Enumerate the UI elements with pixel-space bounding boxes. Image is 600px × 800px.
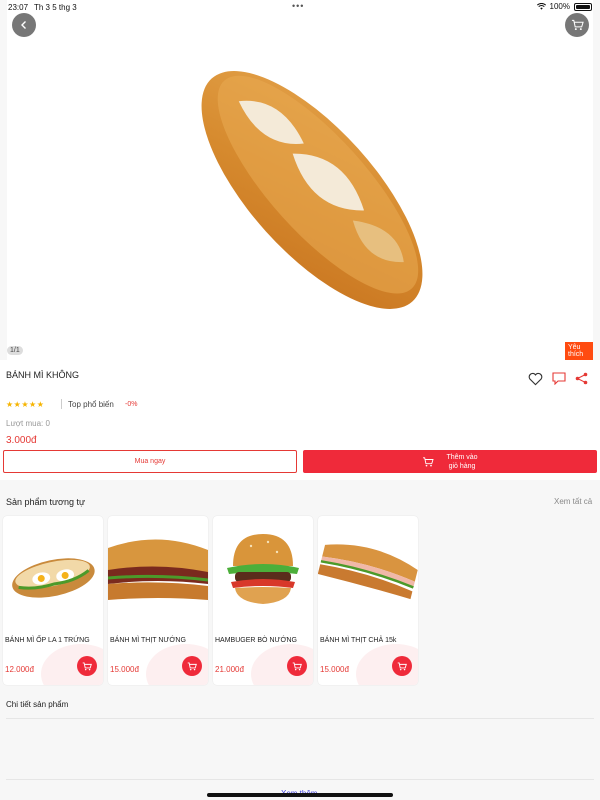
divider bbox=[6, 779, 594, 780]
card-price: 21.000đ bbox=[215, 665, 244, 674]
home-indicator[interactable] bbox=[207, 793, 393, 797]
card-price: 15.000đ bbox=[320, 665, 349, 674]
buy-now-label: Mua ngay bbox=[134, 458, 166, 465]
card-name: HAMBUGER BÒ NƯỚNG bbox=[215, 637, 297, 644]
product-image-area: 1/1 Yêu thích bbox=[7, 0, 593, 360]
add-to-cart-button[interactable] bbox=[182, 656, 202, 676]
multitask-dots-icon[interactable]: ••• bbox=[292, 1, 304, 11]
similar-products-title: Sản phẩm tương tự bbox=[6, 497, 85, 507]
image-counter: 1/1 bbox=[7, 346, 23, 355]
product-image-beef-burger bbox=[227, 534, 299, 604]
cart-icon bbox=[397, 661, 407, 670]
product-card[interactable]: BÁNH MÌ ỐP LA 1 TRỨNG 12.000đ bbox=[3, 516, 103, 685]
card-name: BÁNH MÌ ỐP LA 1 TRỨNG bbox=[5, 637, 90, 644]
back-button[interactable] bbox=[12, 13, 36, 37]
buy-now-button[interactable]: Mua ngay bbox=[3, 450, 297, 473]
status-date: Th 3 5 thg 3 bbox=[34, 3, 77, 12]
add-to-cart-label-2: giỏ hàng bbox=[448, 462, 476, 470]
product-details-title: Chi tiết sản phẩm bbox=[6, 700, 69, 709]
similar-products-list: BÁNH MÌ ỐP LA 1 TRỨNG 12.000đ BÁNH MÌ TH… bbox=[3, 516, 418, 685]
rating-stars: ★★★★★ bbox=[6, 400, 45, 409]
product-card[interactable]: BÁNH MÌ THỊT CHẢ 15k 15.000đ bbox=[318, 516, 418, 685]
card-price: 15.000đ bbox=[110, 665, 139, 674]
battery-percent: 100% bbox=[549, 2, 570, 11]
product-image-egg-banhmi bbox=[12, 558, 95, 598]
add-to-cart-button[interactable]: Thêm vào giỏ hàng bbox=[303, 450, 597, 473]
add-to-cart-button[interactable] bbox=[77, 656, 97, 676]
product-card[interactable]: BÁNH MÌ THỊT NƯỚNG 15.000đ bbox=[108, 516, 208, 685]
comment-icon[interactable] bbox=[552, 372, 566, 385]
divider bbox=[6, 718, 594, 719]
cart-button[interactable] bbox=[565, 13, 589, 37]
cart-icon bbox=[187, 661, 197, 670]
sold-count: Lượt mua: 0 bbox=[6, 419, 50, 428]
add-to-cart-button[interactable] bbox=[392, 656, 412, 676]
battery-icon bbox=[574, 2, 592, 11]
card-name: BÁNH MÌ THỊT NƯỚNG bbox=[110, 637, 186, 644]
share-icon[interactable] bbox=[575, 372, 588, 385]
product-name: BÁNH MÌ KHÔNG bbox=[6, 370, 80, 380]
top-popular-label: Top phổ biến bbox=[68, 400, 114, 409]
wifi-icon bbox=[536, 3, 546, 10]
cart-icon bbox=[292, 661, 302, 670]
status-bar: 23:07 Th 3 5 thg 3 ••• 100% bbox=[0, 0, 600, 14]
product-image-pork-roll-banhmi bbox=[318, 544, 418, 600]
product-image-baguette bbox=[201, 71, 423, 309]
discount-label: -0% bbox=[125, 401, 138, 408]
status-time: 23:07 bbox=[8, 3, 29, 12]
cart-icon bbox=[423, 456, 435, 466]
product-image-grilled-pork-banhmi bbox=[108, 539, 208, 600]
product-price: 3.000đ bbox=[6, 435, 37, 446]
see-all-link[interactable]: Xem tất cả bbox=[554, 497, 592, 506]
add-to-cart-button[interactable] bbox=[287, 656, 307, 676]
product-card[interactable]: HAMBUGER BÒ NƯỚNG 21.000đ bbox=[213, 516, 313, 685]
chevron-left-icon bbox=[21, 21, 26, 29]
divider bbox=[61, 399, 62, 409]
cart-icon bbox=[571, 19, 584, 31]
heart-icon[interactable] bbox=[528, 372, 543, 386]
cart-icon bbox=[82, 661, 92, 670]
card-name: BÁNH MÌ THỊT CHẢ 15k bbox=[320, 637, 397, 644]
card-price: 12.000đ bbox=[5, 665, 34, 674]
add-to-cart-label-1: Thêm vào bbox=[446, 453, 478, 461]
favorite-tag: Yêu thích bbox=[565, 342, 593, 360]
